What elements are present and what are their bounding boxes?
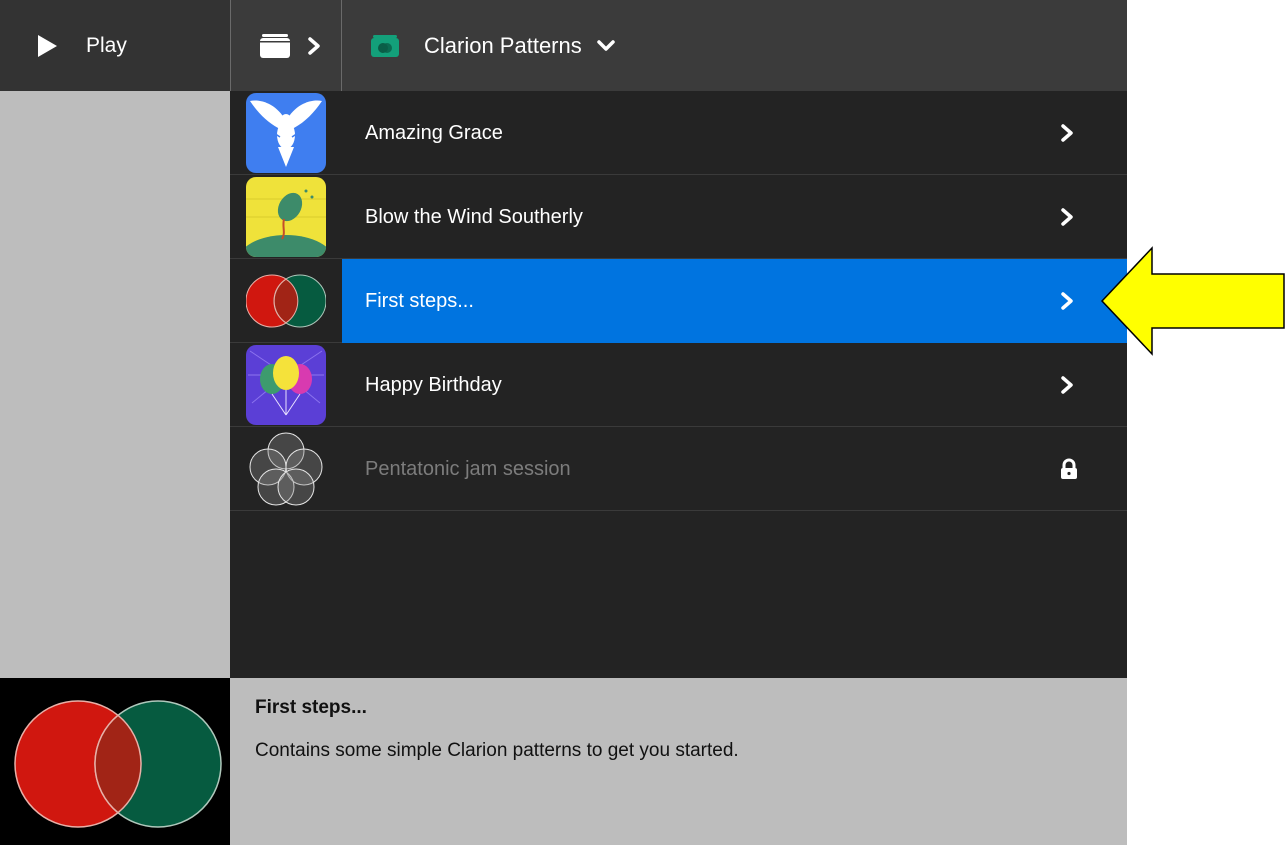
pattern-list: Amazing Grace Blow the Wind Southerly Fi…: [230, 91, 1127, 678]
balloons-icon: [246, 345, 326, 425]
list-item[interactable]: Happy Birthday: [230, 343, 1127, 427]
chevron-down-icon: [596, 39, 616, 53]
list-item-label: Blow the Wind Southerly: [365, 205, 583, 228]
chevron-right-icon: [307, 36, 321, 56]
dove-icon: [246, 93, 326, 173]
arrow-pointer-icon: [1100, 246, 1286, 361]
list-item-label: First steps...: [365, 289, 474, 312]
list-item[interactable]: Blow the Wind Southerly: [230, 175, 1127, 259]
detail-thumbnail: [0, 678, 230, 845]
play-button[interactable]: Play: [0, 0, 230, 91]
play-icon: [36, 34, 60, 58]
folder-button[interactable]: [230, 0, 342, 91]
list-item-label: Pentatonic jam session: [365, 457, 571, 480]
chevron-right-icon: [1060, 175, 1074, 259]
circles-icon: [246, 429, 326, 509]
detail-panel: First steps... Contains some simple Clar…: [230, 678, 1127, 845]
play-label: Play: [86, 33, 127, 57]
list-item[interactable]: First steps...: [230, 259, 1127, 343]
detail-title: First steps...: [255, 697, 367, 718]
top-bar: Play Clarion Patterns: [0, 0, 1127, 91]
collection-icon: [370, 34, 400, 58]
collection-title: Clarion Patterns: [424, 32, 582, 58]
list-item[interactable]: Amazing Grace: [230, 91, 1127, 175]
venn-red-green-icon: [246, 261, 326, 341]
chevron-right-icon: [1060, 91, 1074, 175]
folder-icon: [259, 33, 291, 59]
list-item[interactable]: Pentatonic jam session: [230, 427, 1127, 511]
left-panel: [0, 91, 230, 678]
app-window: Play Clarion Patterns Amazing Grace Blow…: [0, 0, 1127, 845]
list-item-label: Amazing Grace: [365, 121, 503, 144]
balloon-hill-icon: [246, 177, 326, 257]
list-item-label: Happy Birthday: [365, 373, 502, 396]
detail-description: Contains some simple Clarion patterns to…: [255, 740, 739, 761]
collection-selector[interactable]: Clarion Patterns: [342, 0, 1127, 91]
chevron-right-icon: [1060, 343, 1074, 427]
chevron-right-icon: [1060, 259, 1074, 343]
lock-icon: [1060, 427, 1078, 511]
